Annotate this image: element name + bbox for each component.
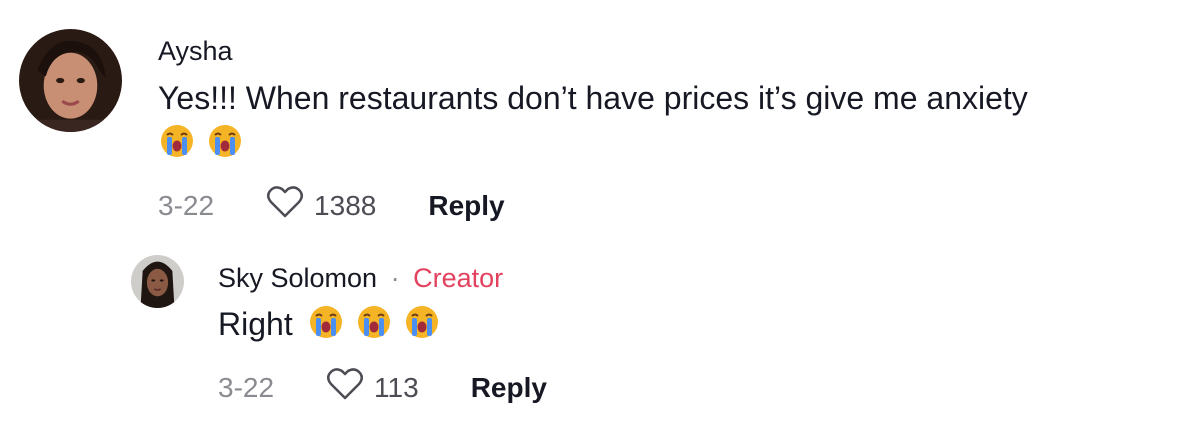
comment-emojis bbox=[160, 124, 242, 163]
loudly-crying-face-icon bbox=[309, 305, 343, 344]
reply-username[interactable]: Sky Solomon bbox=[218, 263, 377, 293]
comment-username[interactable]: Aysha bbox=[158, 36, 233, 67]
loudly-crying-face-icon bbox=[160, 124, 194, 163]
like-count: 113 bbox=[374, 371, 419, 403]
reply-header: Sky Solomon · Creator bbox=[218, 263, 503, 294]
loudly-crying-face-icon bbox=[208, 124, 242, 163]
reply-item: Sky Solomon · Creator Right 3-22 113 Rep… bbox=[0, 235, 1200, 423]
comment-date: 3-22 bbox=[158, 189, 215, 221]
separator: · bbox=[390, 263, 400, 293]
reply-date: 3-22 bbox=[218, 371, 275, 403]
comment-meta: 3-22 1388 Reply bbox=[158, 185, 505, 226]
avatar[interactable] bbox=[131, 255, 184, 308]
comment-item: Aysha Yes!!! When restaurants don’t have… bbox=[0, 0, 1200, 235]
reply-meta: 3-22 113 Reply bbox=[218, 367, 547, 408]
like-count: 1388 bbox=[314, 189, 377, 221]
like-button[interactable]: 113 bbox=[326, 367, 419, 408]
reply-text-row: Right bbox=[218, 305, 439, 344]
comment-text: Yes!!! When restaurants don’t have price… bbox=[158, 80, 1028, 116]
like-button[interactable]: 1388 bbox=[266, 185, 376, 226]
heart-icon[interactable] bbox=[266, 185, 304, 226]
reply-text: Right bbox=[218, 306, 293, 342]
avatar[interactable] bbox=[19, 29, 122, 132]
loudly-crying-face-icon bbox=[405, 305, 439, 344]
reply-button[interactable]: Reply bbox=[471, 372, 547, 404]
loudly-crying-face-icon bbox=[357, 305, 391, 344]
reply-button[interactable]: Reply bbox=[428, 190, 504, 222]
heart-icon[interactable] bbox=[326, 367, 364, 408]
creator-badge: Creator bbox=[413, 263, 504, 293]
